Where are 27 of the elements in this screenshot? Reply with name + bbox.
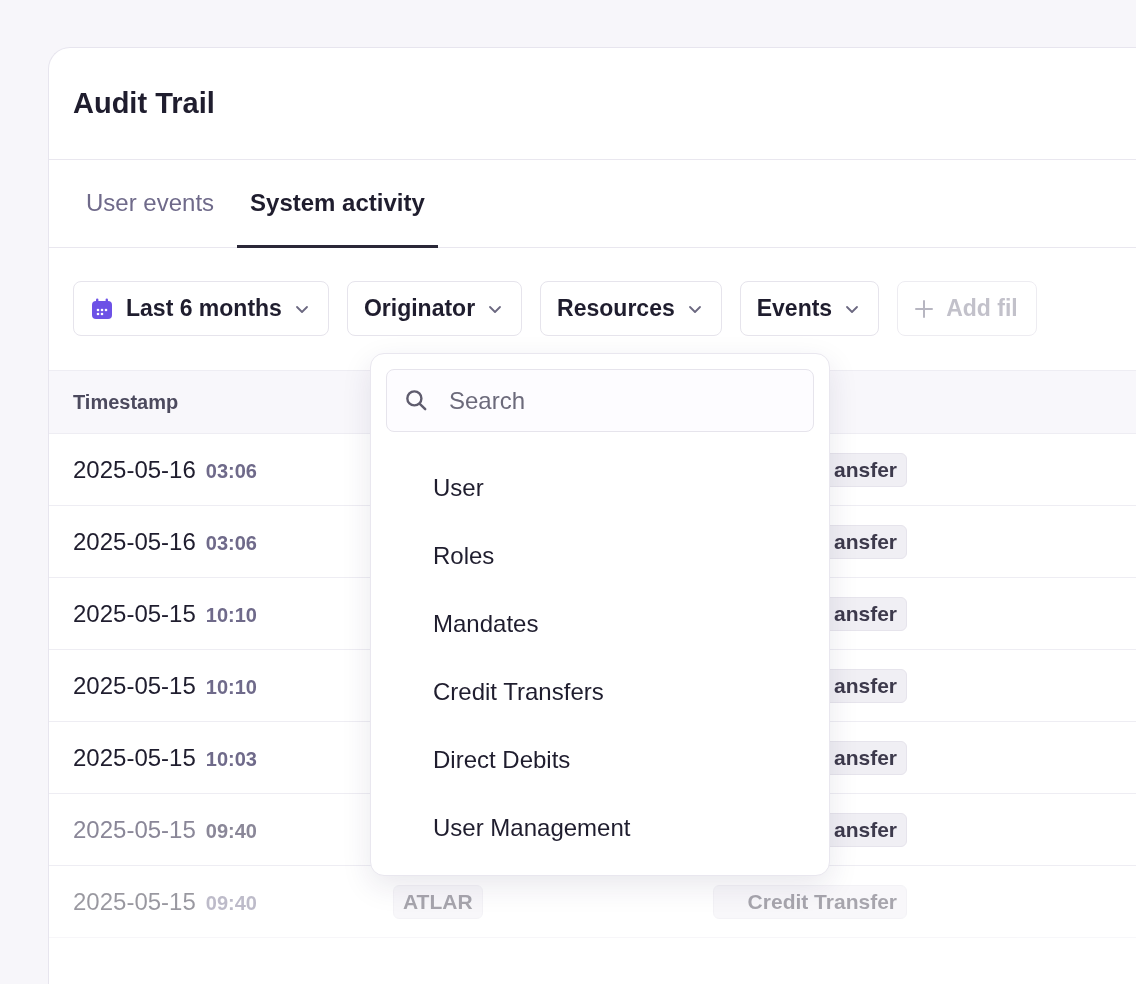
time-text: 09:40 <box>205 819 257 843</box>
plus-icon <box>914 298 935 319</box>
date-text: 2025-05-16 <box>73 527 196 556</box>
time-text: 10:03 <box>205 747 257 771</box>
time-text: 03:06 <box>205 459 257 483</box>
tab[interactable]: System activity <box>237 160 438 248</box>
search-field[interactable]: Search <box>386 369 814 432</box>
time-text: 10:10 <box>205 675 257 699</box>
date-text: 2025-05-15 <box>73 887 196 916</box>
filter-dropdown[interactable]: Originator <box>346 281 523 336</box>
tab[interactable]: User events <box>73 160 228 248</box>
originator-tag: ATLAR <box>393 884 483 919</box>
time-text: 03:06 <box>205 531 257 555</box>
time-text: 09:40 <box>205 891 257 915</box>
date-text: 2025-05-15 <box>73 743 196 772</box>
page-title: Audit Trail <box>73 87 215 120</box>
filter-dropdown[interactable]: Events <box>739 281 880 336</box>
filter-dropdown[interactable]: Resources <box>540 281 722 336</box>
resource-tag: Credit Transfer <box>713 884 907 919</box>
date-text: 2025-05-16 <box>73 455 196 484</box>
date-text: 2025-05-15 <box>73 599 196 628</box>
time-text: 10:10 <box>205 603 257 627</box>
date-filter[interactable]: Last 6 months <box>73 281 329 336</box>
date-text: 2025-05-15 <box>73 815 196 844</box>
date-text: 2025-05-15 <box>73 671 196 700</box>
column-header: Timestamp <box>73 390 179 414</box>
calendar-icon <box>90 296 114 321</box>
